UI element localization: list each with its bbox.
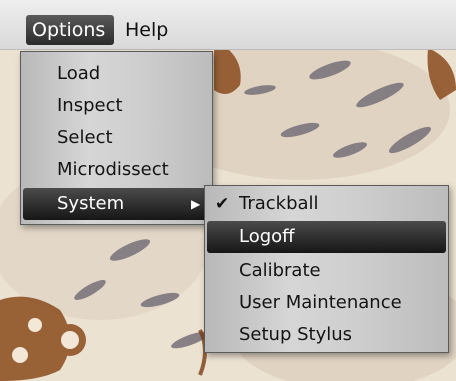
menu-item-load[interactable]: Load (23, 58, 210, 90)
menu-item-system-label: System (57, 193, 125, 214)
help-menu-button[interactable]: Help (119, 15, 171, 45)
menu-item-user-maintenance[interactable]: User Maintenance (207, 287, 446, 319)
menu-item-trackball-label: Trackball (239, 193, 319, 214)
menu-item-select[interactable]: Select (23, 122, 210, 154)
menu-item-system[interactable]: System ▶ (23, 188, 210, 220)
menu-item-microdissect[interactable]: Microdissect (23, 154, 210, 186)
menu-item-logoff[interactable]: Logoff (207, 221, 446, 253)
options-menu-button[interactable]: Options (26, 15, 114, 45)
chevron-right-icon: ▶ (191, 197, 201, 211)
menu-item-calibrate[interactable]: Calibrate (207, 255, 446, 287)
menu-item-inspect[interactable]: Inspect (23, 90, 210, 122)
check-icon: ✔ (215, 194, 230, 214)
menu-bar: Options Help (0, 0, 456, 50)
system-submenu: ✔ Trackball Logoff Calibrate User Mainte… (204, 185, 449, 353)
menu-item-trackball[interactable]: ✔ Trackball (207, 188, 446, 220)
menu-item-setup-stylus[interactable]: Setup Stylus (207, 319, 446, 351)
options-menu: Load Inspect Select Microdissect System … (20, 51, 213, 225)
